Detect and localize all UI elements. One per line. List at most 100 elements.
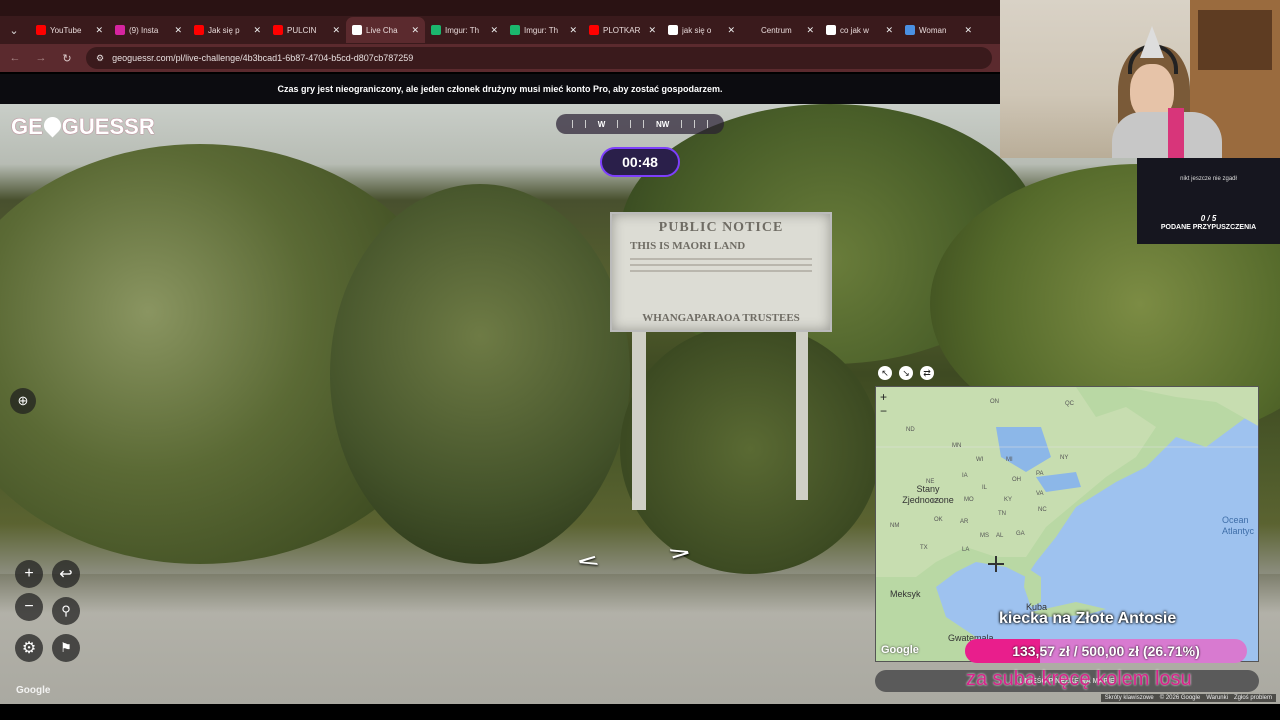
shrink-map-icon[interactable]: ↘: [899, 366, 913, 380]
map-label-nm: NM: [890, 523, 900, 529]
window-top-strip: [0, 0, 1000, 16]
map-label-on: ON: [990, 399, 999, 405]
tab-label: Imgur: Th: [524, 25, 559, 35]
street-sign: PUBLIC NOTICE THIS IS MAORI LAND WHANGAP…: [610, 212, 832, 332]
report-location-button[interactable]: ⊕: [10, 388, 36, 414]
address-bar: ← → ↻ ⚙ geoguessr.com/pl/live-challenge/…: [0, 44, 1000, 72]
compass: W NW: [556, 114, 724, 134]
goal-title: kiecka na Złote Antosie: [999, 610, 1177, 627]
tabs-container: YouTube ✕ (9) Insta ✕ Jak się p ✕ PULCIN ✕ Live …: [30, 17, 978, 43]
footer-link[interactable]: Skróty klawiszowe: [1105, 695, 1154, 701]
back-icon[interactable]: ←: [8, 52, 22, 64]
tab-label: Jak się p: [208, 25, 240, 35]
footer-link[interactable]: Zgłoś problem: [1234, 695, 1272, 701]
map-label-oh: OH: [1012, 477, 1021, 483]
url-field[interactable]: ⚙ geoguessr.com/pl/live-challenge/4b3bca…: [86, 47, 992, 69]
browser-tab[interactable]: PULCIN ✕: [267, 17, 346, 43]
expand-map-icon[interactable]: ↖: [878, 366, 892, 380]
tab-close-icon[interactable]: ✕: [490, 25, 498, 36]
tab-bar: ⌄ YouTube ✕ (9) Insta ✕ Jak się p ✕ PULCIN ✕ Liv…: [0, 16, 1000, 44]
sign-line: WHANGAPARAOA TRUSTEES: [642, 312, 800, 324]
tab-close-icon[interactable]: ✕: [964, 25, 972, 36]
map-label-ny: NY: [1060, 455, 1069, 461]
tab-close-icon[interactable]: ✕: [806, 25, 814, 36]
compass-tick: [643, 120, 645, 128]
url-text: geoguessr.com/pl/live-challenge/4b3bcad1…: [112, 53, 414, 63]
footer-link[interactable]: © 2026 Google: [1160, 695, 1200, 701]
tab-label: PLOTKAR: [603, 25, 641, 35]
zoom-out-button[interactable]: −: [15, 593, 43, 621]
tab-label: Imgur: Th: [445, 25, 480, 35]
goal-amount: 133,57 zł / 500,00 zł (26.71%): [1012, 643, 1200, 659]
tab-favicon-icon: [510, 25, 520, 35]
map-label-la: LA: [962, 547, 970, 553]
footer-link[interactable]: Warunki: [1206, 695, 1228, 701]
tab-label: (9) Insta: [129, 25, 159, 35]
reload-icon[interactable]: ↻: [60, 52, 74, 65]
browser-tab[interactable]: Live Cha ✕: [346, 17, 425, 43]
guesses-count: 0 / 5: [1200, 214, 1217, 223]
browser-tab[interactable]: (9) Insta ✕: [109, 17, 188, 43]
info-banner: Czas gry jest nieograniczony, ale jeden …: [0, 74, 1000, 104]
screen-bottom-strip: [0, 704, 1280, 720]
browser-tab[interactable]: YouTube ✕: [30, 17, 109, 43]
map-label-ar: AR: [960, 519, 969, 525]
tab-close-icon[interactable]: ✕: [727, 25, 735, 36]
map-label-ga: GA: [1016, 531, 1025, 537]
tab-close-icon[interactable]: ✕: [411, 25, 419, 36]
sign-post: [796, 330, 808, 500]
webcam-scarf: [1168, 108, 1184, 158]
tab-label: YouTube: [50, 25, 82, 35]
tab-label: Woman: [919, 25, 947, 35]
settings-button[interactable]: ⚙: [15, 634, 43, 662]
zoom-in-button[interactable]: +: [15, 560, 43, 588]
map-zoom-out-button[interactable]: −: [880, 404, 887, 418]
return-to-start-button[interactable]: ⚲: [52, 597, 80, 625]
tab-favicon-icon: [668, 25, 678, 35]
tab-favicon-icon: [115, 25, 125, 35]
map-label-il: IL: [982, 485, 988, 491]
tab-label: PULCIN: [287, 25, 317, 35]
tab-close-icon[interactable]: ✕: [885, 25, 893, 36]
map-footer-links: Skróty klawiszowe © 2026 Google Warunki Zgł…: [1100, 694, 1276, 702]
map-label-ks: KS: [932, 499, 941, 505]
tab-label: co jak w: [840, 25, 869, 35]
browser-tab[interactable]: Imgur: Th ✕: [504, 17, 583, 43]
browser-tab[interactable]: Centrum ✕: [741, 17, 820, 43]
tab-close-icon[interactable]: ✕: [174, 25, 182, 36]
browser-tab[interactable]: Woman ✕: [899, 17, 978, 43]
tab-close-icon[interactable]: ✕: [569, 25, 577, 36]
compass-w: W: [597, 119, 606, 129]
compass-tick: [707, 120, 708, 128]
browser-tab[interactable]: co jak w ✕: [820, 17, 899, 43]
goal-subtitle: za suba kręcę kolem losu: [966, 668, 1192, 690]
tab-close-icon[interactable]: ✕: [95, 25, 103, 36]
flag-button[interactable]: ⚑: [52, 634, 80, 662]
move-back-arrow[interactable]: <: [575, 551, 601, 572]
tab-close-icon[interactable]: ✕: [332, 25, 340, 36]
sign-line: PUBLIC NOTICE: [658, 220, 784, 235]
site-info-icon[interactable]: ⚙: [96, 53, 104, 64]
map-label-va: VA: [1036, 491, 1044, 497]
browser-tab[interactable]: PLOTKAR ✕: [583, 17, 662, 43]
map-label-tx: TX: [920, 545, 928, 551]
tab-close-icon[interactable]: ✕: [253, 25, 261, 36]
forward-icon[interactable]: →: [34, 52, 48, 64]
map-label-mexico: Meksyk: [890, 589, 921, 599]
tab-close-icon[interactable]: ✕: [648, 25, 656, 36]
google-logo: Google: [16, 685, 51, 696]
map-label-wi: WI: [976, 457, 984, 463]
pin-map-icon[interactable]: ⇄: [920, 366, 934, 380]
round-timer: 00:48: [600, 147, 680, 177]
browser-tab[interactable]: Imgur: Th ✕: [425, 17, 504, 43]
tab-search-icon[interactable]: ⌄: [4, 20, 24, 40]
browser-tab[interactable]: jak się o ✕: [662, 17, 741, 43]
compass-nw: NW: [655, 119, 670, 129]
browser-tab[interactable]: Jak się p ✕: [188, 17, 267, 43]
compass-tick: [571, 120, 573, 128]
webcam-party-hat: [1140, 26, 1164, 58]
geoguessr-logo[interactable]: GE GUESSR: [11, 113, 155, 140]
tab-favicon-icon: [431, 25, 441, 35]
undo-move-button[interactable]: ↩: [52, 560, 80, 588]
map-zoom-in-button[interactable]: +: [880, 390, 887, 404]
